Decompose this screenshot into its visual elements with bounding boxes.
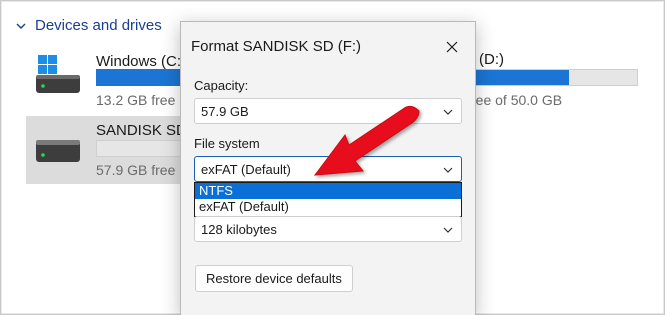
chevron-down-icon	[443, 109, 453, 115]
filesystem-select[interactable]: exFAT (Default)	[194, 156, 462, 182]
capacity-value: 57.9 GB	[201, 104, 249, 119]
drive-c-usage-bar	[96, 69, 181, 86]
window-frame: Devices and drives Windows (C: 13.2 GB f…	[0, 0, 665, 315]
format-dialog: Format SANDISK SD (F:) Capacity: 57.9 GB…	[180, 21, 476, 315]
capacity-select[interactable]: 57.9 GB	[194, 98, 462, 124]
drive-sandisk[interactable]: SANDISK SD 57.9 GB free	[26, 116, 187, 184]
filesystem-label: File system	[194, 136, 260, 151]
devices-section-header[interactable]: Devices and drives	[15, 17, 162, 34]
drive-icon	[36, 140, 80, 162]
option-ntfs[interactable]: NTFS	[195, 183, 461, 199]
dialog-title: Format SANDISK SD (F:)	[191, 38, 362, 55]
filesystem-value: exFAT (Default)	[201, 162, 291, 177]
chevron-down-icon	[16, 23, 26, 29]
drive-d-usage-bar	[473, 69, 638, 86]
restore-defaults-button[interactable]: Restore device defaults	[195, 265, 353, 292]
section-title: Devices and drives	[35, 17, 162, 34]
chevron-down-icon	[443, 227, 453, 233]
chevron-down-icon	[443, 167, 453, 173]
close-button[interactable]	[439, 34, 465, 60]
allocation-select[interactable]: 128 kilobytes	[194, 216, 462, 242]
capacity-label: Capacity:	[194, 78, 249, 93]
drive-c-free: 13.2 GB free	[96, 92, 176, 108]
close-icon	[446, 41, 458, 53]
drive-sandisk-usage-bar	[96, 140, 186, 157]
drive-sandisk-free: 57.9 GB free	[96, 162, 176, 178]
drive-d-name: (D:)	[479, 51, 504, 68]
allocation-value: 128 kilobytes	[201, 222, 277, 237]
drive-d-free: ree of 50.0 GB	[471, 92, 563, 108]
drive-sandisk-name: SANDISK SD	[96, 122, 187, 139]
filesystem-dropdown-list: NTFS exFAT (Default)	[194, 182, 462, 217]
windows-drive-icon	[36, 55, 80, 93]
option-exfat[interactable]: exFAT (Default)	[195, 199, 461, 215]
drive-c-name: Windows (C:	[96, 53, 182, 70]
